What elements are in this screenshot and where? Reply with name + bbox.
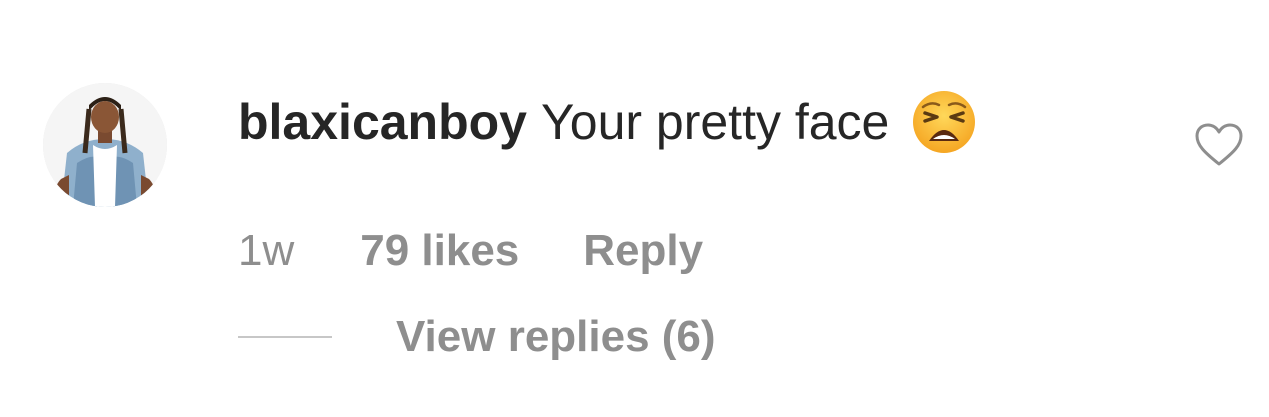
view-replies-button[interactable]: View replies (6): [396, 312, 716, 362]
comment-body: blaxicanboy Your pretty face: [238, 82, 977, 162]
view-replies-row: View replies (6): [238, 308, 716, 366]
likes-count-button[interactable]: 79 likes: [360, 226, 519, 276]
comment-timestamp[interactable]: 1w: [238, 226, 294, 276]
reply-button[interactable]: Reply: [583, 226, 703, 276]
like-button[interactable]: [1194, 122, 1244, 168]
avatar-image: [43, 83, 167, 207]
username-link[interactable]: blaxicanboy: [238, 93, 527, 151]
comment-item: blaxicanboy Your pretty face 1w 79 likes…: [0, 0, 1269, 417]
comment-meta: 1w 79 likes Reply: [238, 222, 703, 280]
replies-divider: [238, 336, 332, 338]
weary-face-emoji-icon: [911, 89, 977, 155]
avatar[interactable]: [43, 83, 167, 207]
comment-text: Your pretty face: [541, 94, 890, 150]
heart-outline-icon: [1195, 123, 1243, 166]
